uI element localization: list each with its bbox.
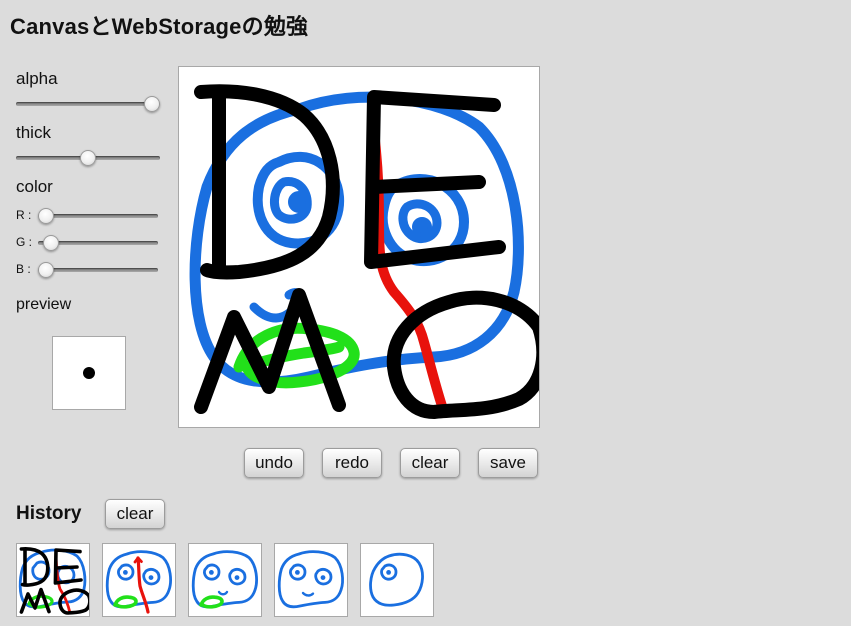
undo-button[interactable]: undo xyxy=(244,448,304,478)
page-title: CanvasとWebStorageの勉強 xyxy=(10,14,309,39)
preview-box xyxy=(52,336,126,410)
g-slider-thumb[interactable] xyxy=(43,235,60,251)
history-thumbnail-3[interactable] xyxy=(188,543,262,617)
clear-canvas-button[interactable]: clear xyxy=(400,448,460,478)
history-thumbnail-4-image xyxy=(277,550,344,609)
history-title: History xyxy=(16,503,82,524)
b-slider-thumb[interactable] xyxy=(38,262,54,278)
save-button[interactable]: save xyxy=(478,448,538,478)
thick-slider[interactable] xyxy=(16,150,160,166)
drawing-artwork xyxy=(189,84,539,419)
b-slider[interactable] xyxy=(38,262,158,278)
history-thumbnail-4[interactable] xyxy=(274,543,348,617)
thick-slider-thumb[interactable] xyxy=(80,150,96,166)
alpha-slider-thumb[interactable] xyxy=(144,96,160,112)
b-slider-track xyxy=(38,268,158,272)
preview-label: preview xyxy=(16,296,72,313)
r-label: R : xyxy=(16,208,32,222)
alpha-slider[interactable] xyxy=(16,96,160,112)
g-slider[interactable] xyxy=(38,235,158,251)
r-slider-track xyxy=(38,214,158,218)
r-slider[interactable] xyxy=(38,208,158,224)
alpha-label: alpha xyxy=(16,69,58,88)
r-slider-thumb[interactable] xyxy=(38,208,54,224)
pen-preview-dot xyxy=(83,367,95,379)
drawing-canvas[interactable] xyxy=(178,66,540,428)
b-label: B : xyxy=(16,262,31,276)
history-thumbnail-1[interactable] xyxy=(16,543,90,617)
color-label: color xyxy=(16,177,53,196)
history-thumbnail-5[interactable] xyxy=(360,543,434,617)
clear-history-button[interactable]: clear xyxy=(105,499,165,529)
history-thumbnail-5-image xyxy=(369,552,424,607)
history-thumbnail-2[interactable] xyxy=(102,543,176,617)
history-thumbnail-1-image xyxy=(18,547,89,615)
thick-label: thick xyxy=(16,123,51,142)
history-thumbnail-3-image xyxy=(191,550,258,609)
redo-button[interactable]: redo xyxy=(322,448,382,478)
g-label: G : xyxy=(16,235,33,249)
alpha-slider-track xyxy=(16,102,160,106)
history-thumbnail-2-image xyxy=(105,550,172,614)
